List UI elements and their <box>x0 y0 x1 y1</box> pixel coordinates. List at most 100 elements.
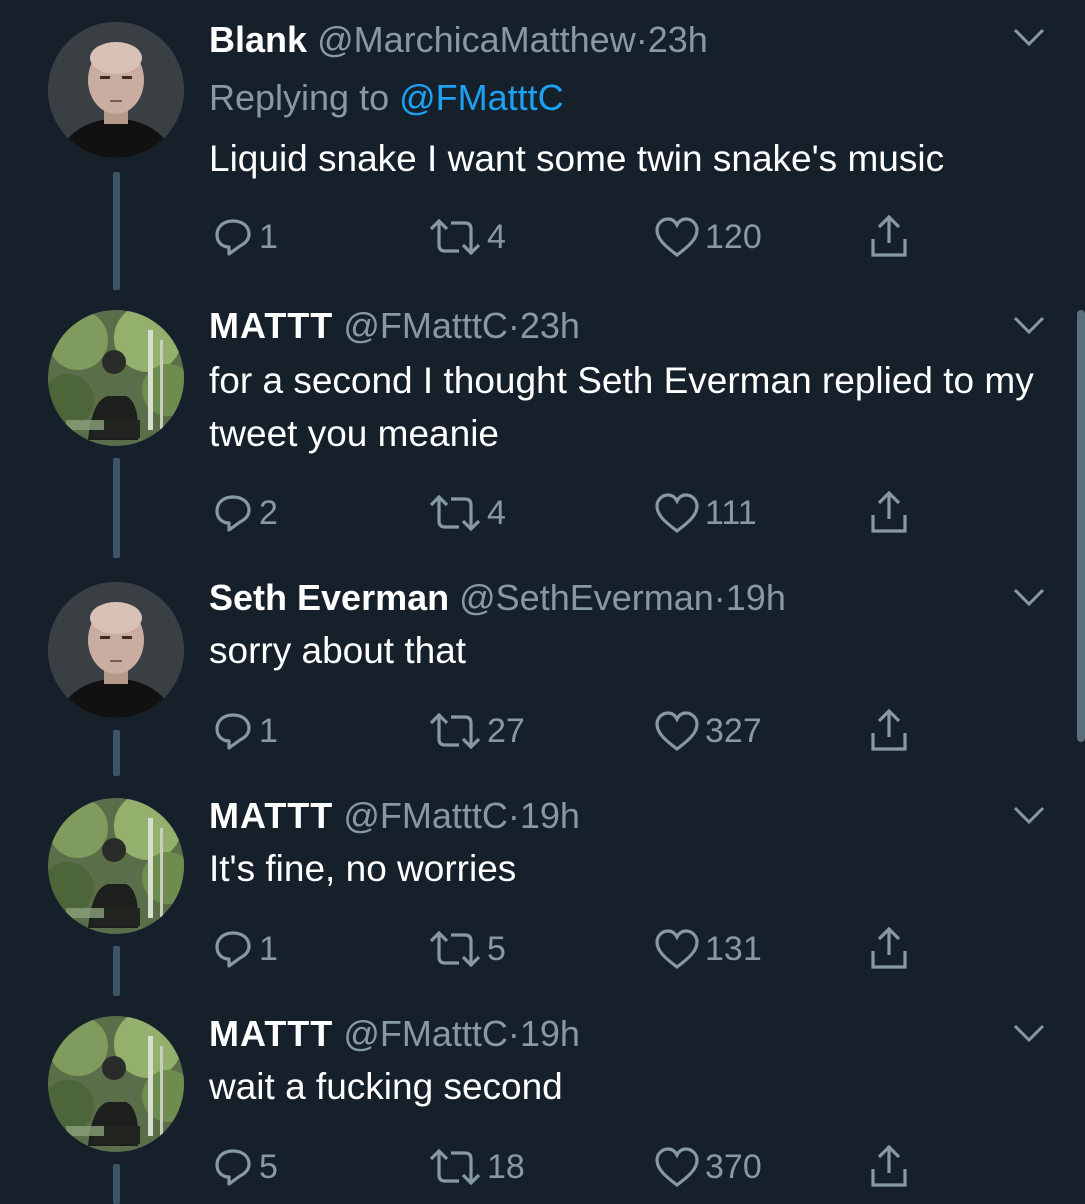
heart-icon <box>655 493 699 534</box>
retweet-button[interactable]: 27 <box>427 706 525 756</box>
reply-count: 1 <box>259 929 278 968</box>
reply-icon <box>215 713 251 750</box>
tweet-actions: 1 27 327 <box>209 706 929 756</box>
display-name[interactable]: Seth Everman <box>209 577 449 618</box>
share-button[interactable] <box>867 706 911 756</box>
user-handle[interactable]: @MarchicaMatthew <box>317 19 636 60</box>
reply-icon <box>215 931 251 968</box>
retweet-icon <box>429 1148 481 1186</box>
retweet-count: 18 <box>487 1147 525 1186</box>
share-icon <box>871 708 907 751</box>
chevron-down-icon[interactable] <box>1012 314 1046 336</box>
like-count: 131 <box>705 929 762 968</box>
timestamp[interactable]: 19h <box>726 577 786 618</box>
like-count: 120 <box>705 217 762 256</box>
timestamp[interactable]: 23h <box>648 19 708 60</box>
tweet-actions: 5 18 370 <box>209 1142 929 1192</box>
retweet-count: 4 <box>487 493 506 532</box>
reply-icon <box>215 219 251 256</box>
tweet-header: MATTT @FMatttC·23h <box>209 304 580 348</box>
avatar[interactable] <box>48 22 184 158</box>
display-name[interactable]: MATTT <box>209 305 333 346</box>
tweet-2[interactable]: MATTT @FMatttC·23h for a second I though… <box>0 298 1085 570</box>
share-button[interactable] <box>867 924 911 974</box>
share-icon <box>871 214 907 257</box>
thread-line <box>113 1164 120 1204</box>
separator-dot: · <box>507 305 520 346</box>
tweet-1[interactable]: Blank @MarchicaMatthew·23h Replying to @… <box>0 0 1085 300</box>
reply-button[interactable]: 2 <box>211 488 278 538</box>
timestamp[interactable]: 19h <box>520 1013 580 1054</box>
like-button[interactable]: 120 <box>653 212 762 262</box>
share-button[interactable] <box>867 488 911 538</box>
separator-dot: · <box>507 1013 520 1054</box>
reply-button[interactable]: 1 <box>211 706 278 756</box>
share-icon <box>871 490 907 533</box>
reply-icon <box>215 1149 251 1186</box>
avatar[interactable] <box>48 798 184 934</box>
chevron-down-icon[interactable] <box>1012 804 1046 826</box>
avatar[interactable] <box>48 310 184 446</box>
retweet-button[interactable]: 5 <box>427 924 506 974</box>
heart-icon <box>655 711 699 752</box>
reply-count: 1 <box>259 711 278 750</box>
retweet-count: 5 <box>487 929 506 968</box>
avatar[interactable] <box>48 582 184 718</box>
reply-count: 2 <box>259 493 278 532</box>
display-name[interactable]: MATTT <box>209 795 333 836</box>
chevron-down-icon[interactable] <box>1012 1022 1046 1044</box>
user-handle[interactable]: @SethEverman <box>459 577 714 618</box>
user-handle[interactable]: @FMatttC <box>343 795 508 836</box>
like-button[interactable]: 131 <box>653 924 762 974</box>
retweet-button[interactable]: 4 <box>427 488 506 538</box>
share-button[interactable] <box>867 212 911 262</box>
thread-line <box>113 946 120 996</box>
user-handle[interactable]: @FMatttC <box>343 1013 508 1054</box>
mention-link[interactable]: @FMatttC <box>399 77 564 118</box>
thread-line <box>113 730 120 776</box>
retweet-count: 4 <box>487 217 506 256</box>
user-handle[interactable]: @FMatttC <box>343 305 508 346</box>
like-count: 370 <box>705 1147 762 1186</box>
chevron-down-icon[interactable] <box>1012 586 1046 608</box>
heart-icon <box>655 217 699 258</box>
reply-button[interactable]: 1 <box>211 924 278 974</box>
share-icon <box>871 1144 907 1187</box>
separator-dot: · <box>713 577 726 618</box>
tweet-4[interactable]: MATTT @FMatttC·19h It's fine, no worries… <box>0 790 1085 1006</box>
tweet-text: Liquid snake I want some twin snake's mu… <box>209 138 945 179</box>
tweet-5[interactable]: MATTT @FMatttC·19h wait a fucking second… <box>0 1008 1085 1204</box>
retweet-icon <box>429 712 481 750</box>
tweet-header: Seth Everman @SethEverman·19h <box>209 576 786 620</box>
retweet-button[interactable]: 4 <box>427 212 506 262</box>
tweet-text: It's fine, no worries <box>209 848 517 889</box>
reply-button[interactable]: 1 <box>211 212 278 262</box>
reply-button[interactable]: 5 <box>211 1142 278 1192</box>
like-button[interactable]: 111 <box>653 488 757 538</box>
tweet-header: MATTT @FMatttC·19h <box>209 1012 580 1056</box>
tweet-text: wait a fucking second <box>209 1066 563 1107</box>
thread-line <box>113 458 120 558</box>
tweet-3[interactable]: Seth Everman @SethEverman·19h sorry abou… <box>0 570 1085 790</box>
thread-line <box>113 172 120 290</box>
like-button[interactable]: 327 <box>653 706 762 756</box>
display-name[interactable]: Blank <box>209 19 307 60</box>
retweet-button[interactable]: 18 <box>427 1142 525 1192</box>
timestamp[interactable]: 23h <box>520 305 580 346</box>
separator-dot: · <box>635 19 648 60</box>
chevron-down-icon[interactable] <box>1012 26 1046 48</box>
reply-count: 1 <box>259 217 278 256</box>
tweet-actions: 2 4 111 <box>209 488 929 538</box>
share-button[interactable] <box>867 1142 911 1192</box>
avatar[interactable] <box>48 1016 184 1152</box>
like-button[interactable]: 370 <box>653 1142 762 1192</box>
timestamp[interactable]: 19h <box>520 795 580 836</box>
scrollbar[interactable] <box>1077 310 1085 742</box>
display-name[interactable]: MATTT <box>209 1013 333 1054</box>
tweet-text: sorry about that <box>209 630 467 671</box>
retweet-count: 27 <box>487 711 525 750</box>
like-count: 111 <box>705 493 757 532</box>
replying-prefix: Replying to <box>209 77 390 118</box>
share-icon <box>871 926 907 969</box>
tweet-actions: 1 4 120 <box>209 212 929 262</box>
